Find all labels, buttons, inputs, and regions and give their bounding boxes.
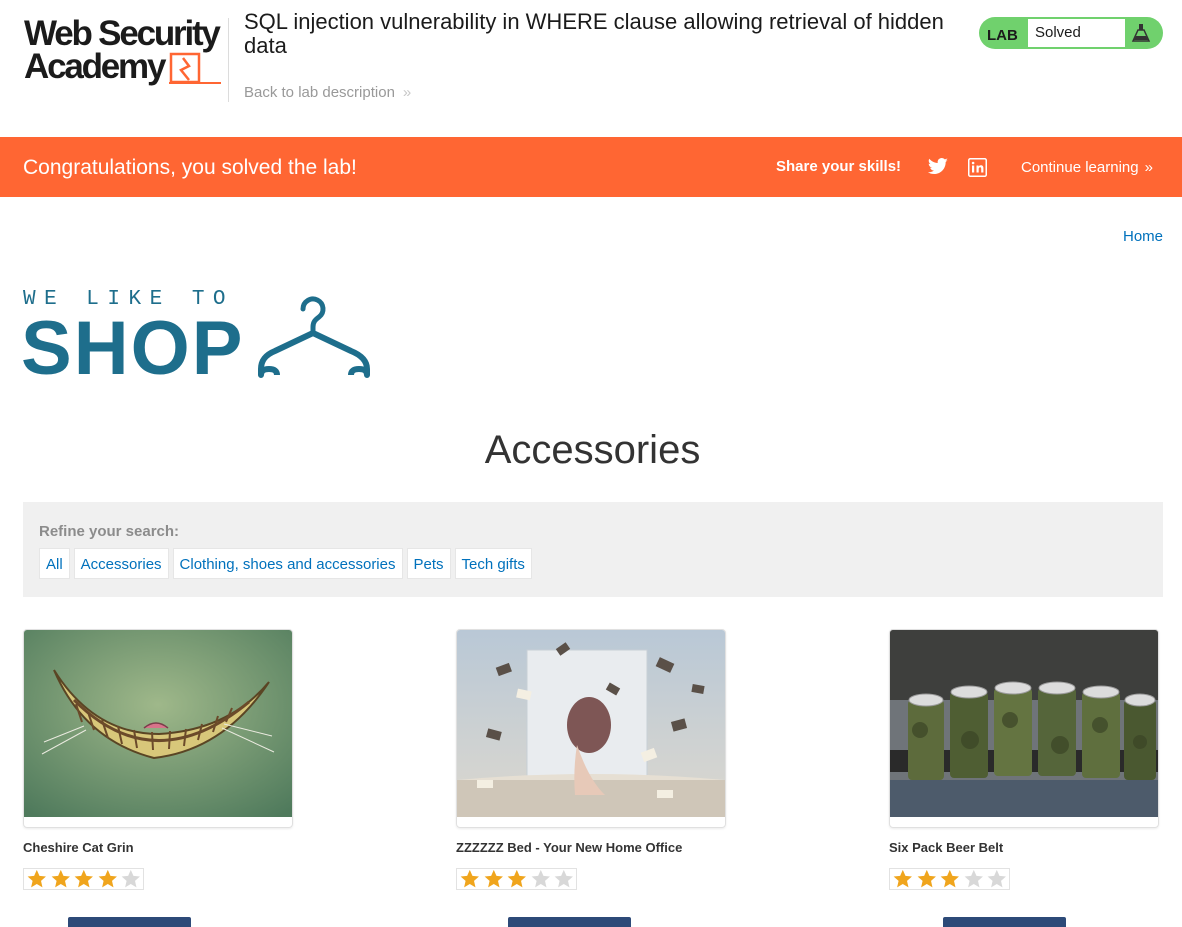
lab-status-widget: LAB Solved [979, 17, 1163, 49]
header-divider [228, 18, 229, 102]
page-title: Accessories [484, 428, 701, 472]
view-details-button[interactable] [68, 917, 191, 927]
product-card: Six Pack Beer Belt [889, 629, 1159, 890]
beer-belt-image [889, 629, 1159, 828]
star-icon [917, 869, 936, 888]
star-empty-icon [122, 869, 141, 888]
cheshire-cat-grin-image [23, 629, 293, 828]
product-name: ZZZZZZ Bed - Your New Home Office [456, 840, 683, 855]
congratulations-message: Congratulations, you solved the lab! [23, 156, 357, 179]
refine-search-label: Refine your search: [39, 523, 180, 540]
star-icon [484, 869, 503, 888]
star-icon [27, 869, 46, 888]
product-rating [456, 868, 577, 890]
star-icon [507, 869, 527, 888]
product-name: Six Pack Beer Belt [889, 840, 1004, 855]
lab-title: SQL injection vulnerability in WHERE cla… [244, 9, 944, 58]
category-all[interactable]: All [39, 548, 70, 579]
star-icon [893, 869, 912, 888]
we-like-to-shop-logo[interactable]: WE LIKE TO SHOP [21, 289, 375, 387]
lab-badge: LAB [987, 27, 1018, 44]
category-accessories[interactable]: Accessories [73, 548, 169, 579]
linkedin-icon[interactable] [968, 158, 987, 177]
star-empty-icon [531, 869, 550, 888]
clothes-hanger-icon [258, 296, 370, 378]
star-empty-icon [964, 869, 983, 888]
star-empty-icon [988, 869, 1007, 888]
shop-logo-word: SHOP [21, 306, 245, 391]
product-card: ZZZZZZ Bed - Your New Home Office [456, 629, 726, 890]
double-chevron-right-icon: » [1144, 159, 1153, 176]
share-skills-label: Share your skills! [776, 158, 902, 175]
flask-icon [1131, 24, 1151, 42]
category-clothing-shoes-and-accessories[interactable]: Clothing, shoes and accessories [172, 548, 403, 579]
view-details-button[interactable] [943, 917, 1066, 927]
product-card: Cheshire Cat Grin [23, 629, 293, 890]
twitter-icon[interactable] [927, 158, 949, 176]
star-icon [74, 869, 94, 888]
product-name: Cheshire Cat Grin [23, 840, 134, 855]
star-icon [51, 869, 70, 888]
star-icon [98, 869, 117, 888]
logo-line-2: Academy [24, 47, 166, 86]
star-icon [460, 869, 479, 888]
category-filter: Refine your search: All Accessories Clot… [23, 502, 1163, 597]
lab-solved-banner: Congratulations, you solved the lab! Sha… [0, 137, 1182, 197]
product-rating [23, 868, 144, 890]
back-to-lab-description-link[interactable]: Back to lab description » [244, 84, 411, 101]
star-icon [940, 869, 960, 888]
double-chevron-right-icon: » [402, 84, 412, 101]
product-rating [889, 868, 1010, 890]
lab-status-text: Solved [1028, 19, 1125, 47]
category-tech-gifts[interactable]: Tech gifts [454, 548, 532, 579]
view-details-button[interactable] [508, 917, 631, 927]
continue-learning-label: Continue learning [1021, 159, 1139, 176]
web-security-academy-logo[interactable]: Web Security Academy [24, 16, 224, 88]
category-pets[interactable]: Pets [406, 548, 451, 579]
category-list: All Accessories Clothing, shoes and acce… [39, 548, 532, 579]
academy-header: Web Security Academy SQL injection vulne… [0, 0, 1182, 137]
star-empty-icon [555, 869, 574, 888]
bed-flying-books-image [456, 629, 726, 828]
back-link-label: Back to lab description [244, 84, 395, 101]
continue-learning-link[interactable]: Continue learning » [1021, 159, 1153, 176]
logo-line-1: Web Security [24, 14, 221, 53]
lightning-icon [169, 52, 221, 84]
home-link[interactable]: Home [1123, 228, 1163, 245]
